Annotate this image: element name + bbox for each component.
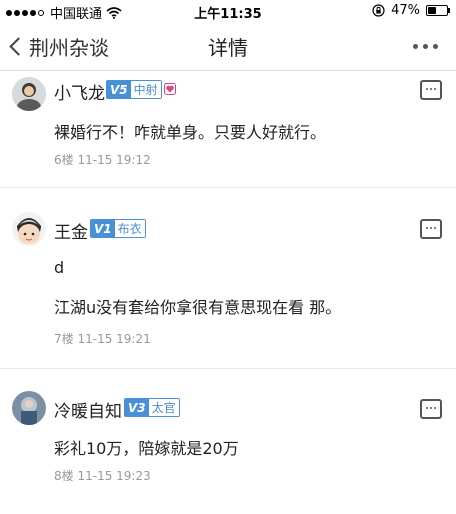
avatar-image <box>12 391 46 425</box>
user-level-badge: V5 中射 <box>106 80 162 99</box>
floor-number: 8楼 <box>54 469 74 483</box>
comment-time: 11-15 19:23 <box>77 469 151 483</box>
badge-level: V1 <box>91 220 115 237</box>
avatar[interactable] <box>12 77 46 111</box>
comment-menu-button[interactable] <box>420 80 442 100</box>
status-bar: 中国联通 上午11:35 47% <box>0 0 456 22</box>
comment-item: 冷暖自知 V3 太官 彩礼10万，陪嫁就是20万 8楼 11-15 19:23 <box>0 369 456 514</box>
username[interactable]: 王金 <box>54 218 88 243</box>
more-dot-icon <box>423 44 428 49</box>
floor-number: 6楼 <box>54 153 74 167</box>
page-title: 详情 <box>208 36 248 60</box>
comment-meta: 8楼 11-15 19:23 <box>54 467 151 484</box>
avatar[interactable] <box>12 391 46 425</box>
badge-level: V5 <box>107 81 131 98</box>
user-level-badge: V1 布衣 <box>90 219 146 238</box>
comment-meta: 7楼 11-15 19:21 <box>54 330 151 347</box>
rotation-lock-icon <box>372 4 385 17</box>
status-right: 47% <box>372 3 450 18</box>
nav-bar: 荆州杂谈 详情 <box>0 22 456 71</box>
badge-level: V3 <box>125 399 149 416</box>
battery-fill <box>428 7 436 14</box>
more-options-button[interactable] <box>413 44 438 49</box>
battery-icon <box>426 5 450 16</box>
battery-percent: 47% <box>391 3 420 18</box>
heart-icon <box>164 83 176 95</box>
user-level-badge: V3 太官 <box>124 398 180 417</box>
floor-number: 7楼 <box>54 332 74 346</box>
comment-item: 小飞龙 V5 中射 裸婚行不！咋就单身。只要人好就行。 6楼 11-15 19:… <box>0 71 456 181</box>
comment-text: 江湖u没有套给你拿很有意思现在看 那。 <box>54 298 342 317</box>
badge-title: 中射 <box>130 81 161 98</box>
username[interactable]: 冷暖自知 <box>54 397 122 422</box>
avatar-image <box>12 212 46 246</box>
badge-title: 布衣 <box>114 220 145 237</box>
comment-time: 11-15 19:12 <box>77 153 151 167</box>
more-dot-icon <box>413 44 418 49</box>
badge-title: 太官 <box>148 399 179 416</box>
avatar-image <box>12 77 46 111</box>
comment-item: 王金 V1 布衣 d 江湖u没有套给你拿很有意思现在看 那。 7楼 11-15 … <box>0 188 456 368</box>
more-dot-icon <box>433 44 438 49</box>
comment-menu-button[interactable] <box>420 219 442 239</box>
comment-time: 11-15 19:21 <box>77 332 151 346</box>
username[interactable]: 小飞龙 <box>54 79 105 104</box>
comment-menu-button[interactable] <box>420 399 442 419</box>
comment-text: 裸婚行不！咋就单身。只要人好就行。 <box>54 123 327 142</box>
avatar[interactable] <box>12 212 46 246</box>
comment-text: 彩礼10万，陪嫁就是20万 <box>54 439 239 458</box>
comment-text: d <box>54 258 65 277</box>
comment-meta: 6楼 11-15 19:12 <box>54 151 151 168</box>
